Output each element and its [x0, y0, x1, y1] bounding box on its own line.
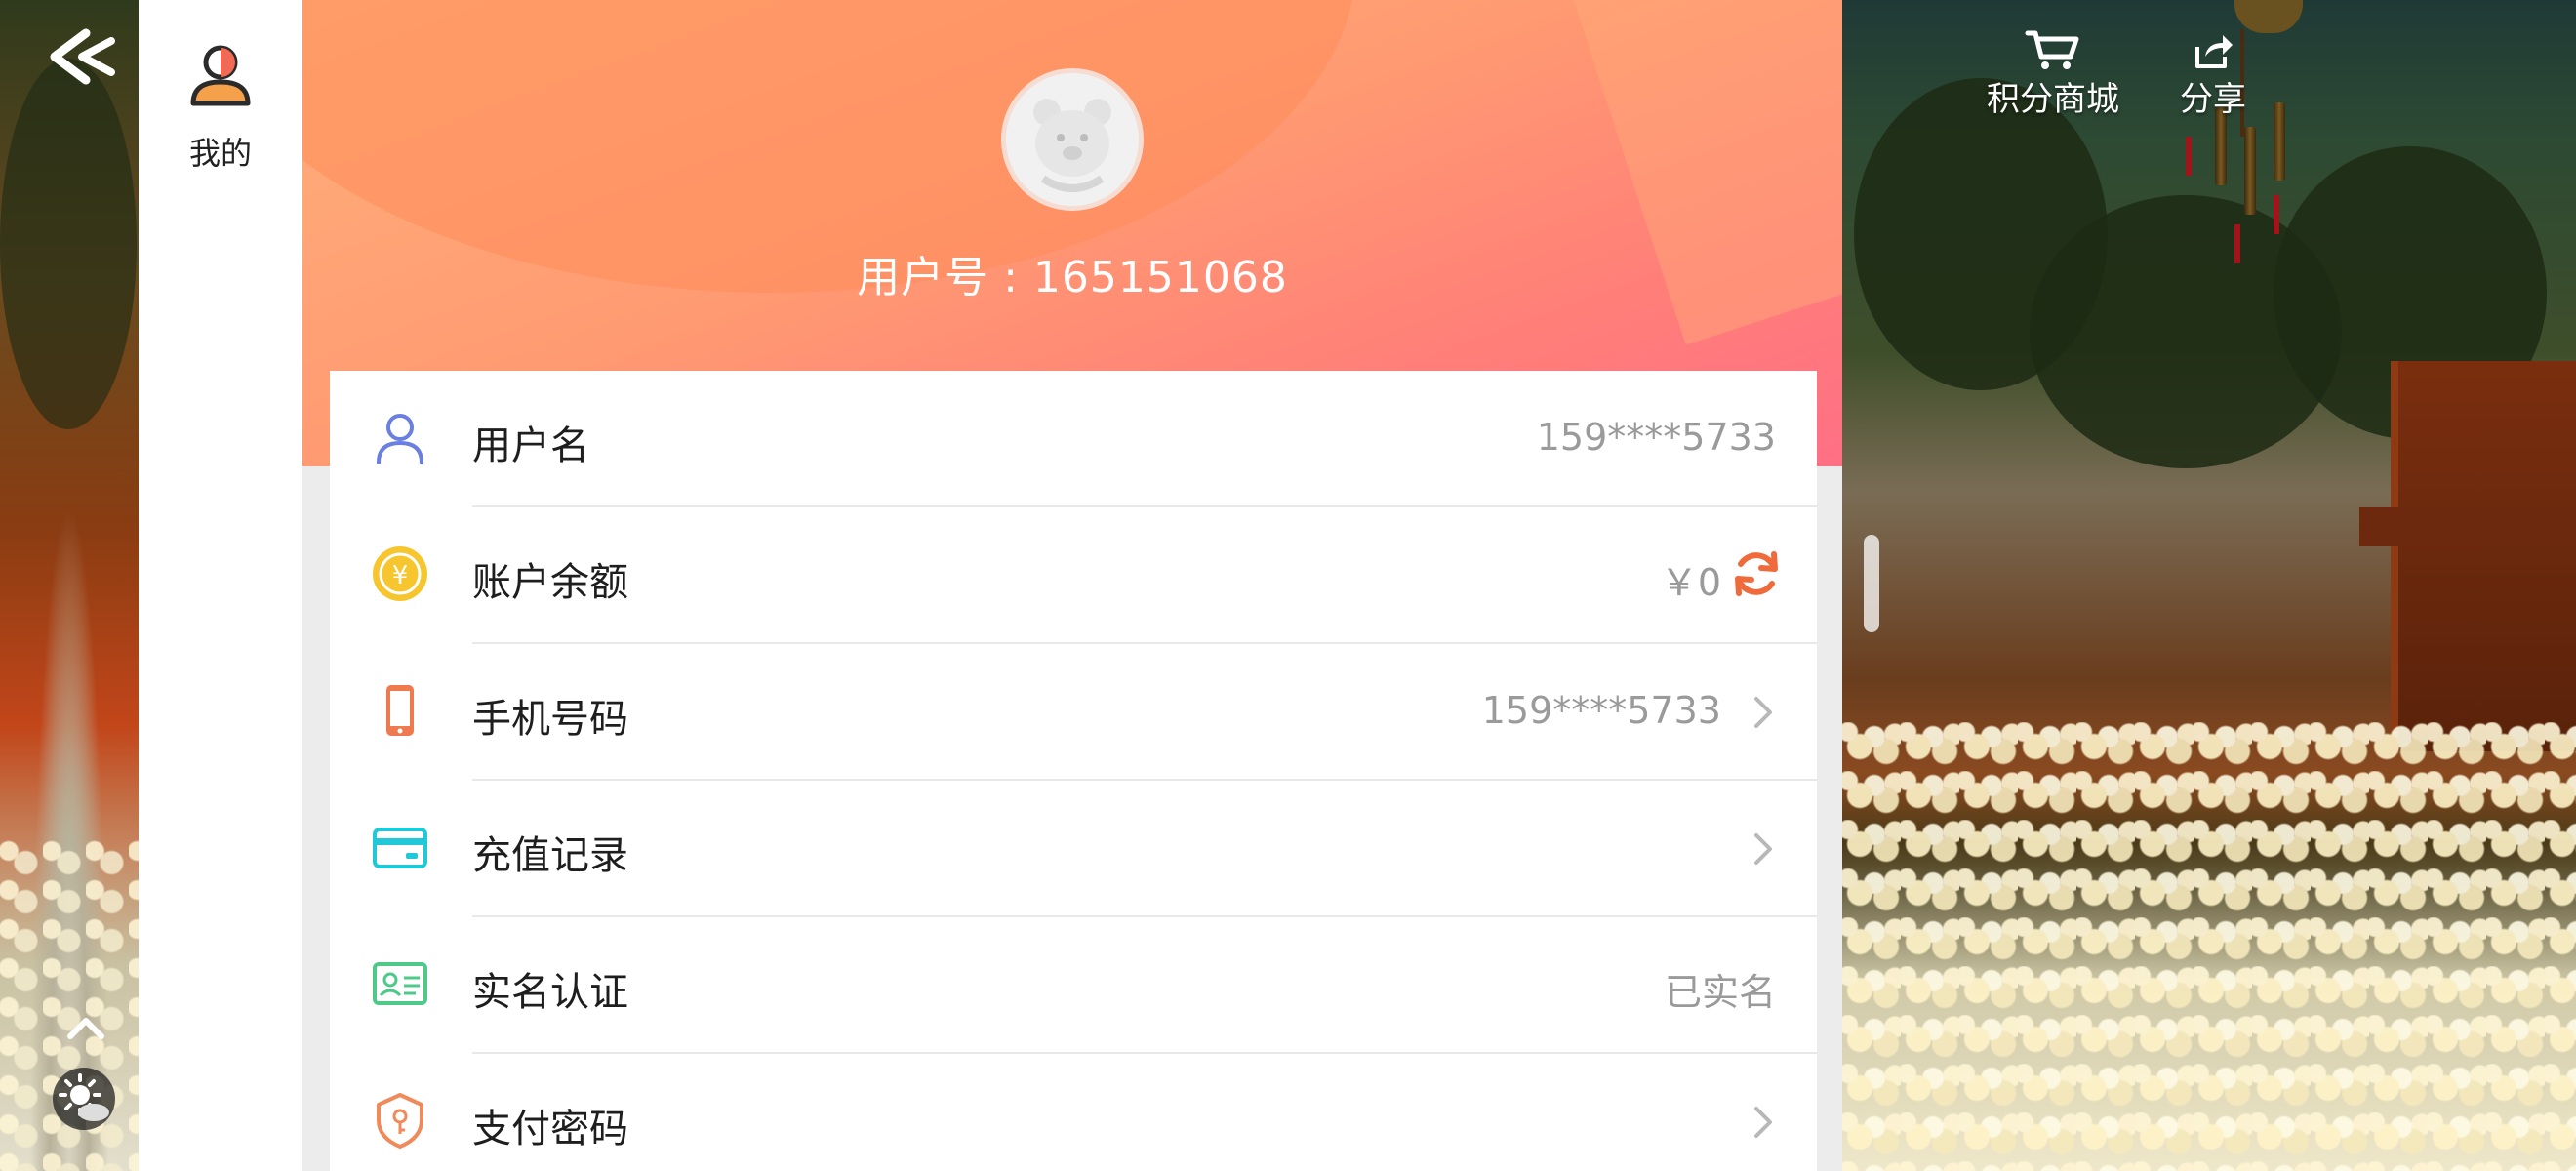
row-value: 159****5733	[1536, 416, 1776, 459]
chime-tassel	[2186, 137, 2192, 176]
phone-icon	[386, 685, 414, 736]
wooden-pavilion	[2359, 361, 2576, 751]
refresh-icon[interactable]	[1729, 546, 1784, 601]
card-icon	[373, 828, 427, 868]
row-value: ￥0	[1660, 561, 1721, 604]
svg-text:¥: ¥	[392, 561, 409, 590]
scrollbar[interactable]	[1864, 535, 1879, 632]
chime-tube	[2244, 127, 2256, 215]
chime-tassel	[2234, 224, 2240, 263]
points-mall-button[interactable]: 积分商城	[1987, 29, 2119, 120]
list-item-username[interactable]: 用户名 159****5733	[330, 371, 1817, 507]
cart-icon	[2025, 30, 2079, 69]
account-info-card: 用户名 159****5733 ¥ 账户余额 ￥0 手机号码 159****57…	[330, 371, 1817, 1171]
row-value: 159****5733	[1481, 689, 1721, 732]
list-item-balance[interactable]: ¥ 账户余额 ￥0	[330, 507, 1817, 644]
avatar[interactable]	[1001, 68, 1144, 211]
bear-avatar-icon	[1006, 73, 1139, 206]
share-icon	[2195, 35, 2233, 68]
chime-tube	[2274, 102, 2285, 181]
list-item-payment-password[interactable]: 支付密码	[330, 1054, 1817, 1171]
list-item-phone[interactable]: 手机号码 159****5733	[330, 644, 1817, 781]
sun-cloud-icon	[59, 1073, 109, 1121]
profile-panel: 用户号 : 165151068 用户名 159****5733 ¥ 账户余额 ￥…	[302, 0, 1842, 1171]
row-title: 支付密码	[472, 1107, 628, 1151]
row-title: 用户名	[472, 424, 589, 468]
back-arrow-icon	[50, 28, 115, 85]
user-icon	[377, 414, 423, 464]
row-title: 充值记录	[472, 833, 628, 878]
collapse-up-button[interactable]	[64, 1013, 107, 1042]
back-arrow-button[interactable]	[47, 27, 119, 86]
share-label: 分享	[2180, 80, 2246, 119]
coin-icon: ¥	[373, 546, 427, 601]
list-item-recharge-records[interactable]: 充值记录	[330, 781, 1817, 917]
row-title: 账户余额	[472, 560, 628, 605]
row-title: 实名认证	[472, 970, 628, 1015]
tree-shape	[0, 59, 137, 429]
chevron-up-icon	[67, 1018, 104, 1039]
points-mall-label: 积分商城	[1987, 80, 2119, 119]
row-value: 已实名	[1664, 971, 1776, 1014]
list-item-real-name[interactable]: 实名认证 已实名	[330, 917, 1817, 1054]
id-card-icon	[373, 962, 427, 1005]
sidebar: 我的	[139, 0, 302, 1171]
chevron-right-icon	[1754, 697, 1772, 728]
sidebar-item-mine[interactable]: 我的	[139, 29, 302, 176]
shield-key-icon	[377, 1093, 423, 1149]
share-button[interactable]: 分享	[2180, 29, 2246, 120]
weather-button[interactable]	[53, 1068, 115, 1130]
user-id-text: 用户号 : 165151068	[857, 253, 1288, 303]
chime-tassel	[2274, 195, 2279, 234]
row-title: 手机号码	[472, 697, 628, 742]
scene-right-flowers	[1842, 722, 2576, 1171]
sidebar-item-label: 我的	[188, 135, 252, 172]
chevron-right-icon	[1754, 1107, 1772, 1138]
chevron-right-icon	[1754, 833, 1772, 865]
person-icon	[190, 45, 251, 106]
